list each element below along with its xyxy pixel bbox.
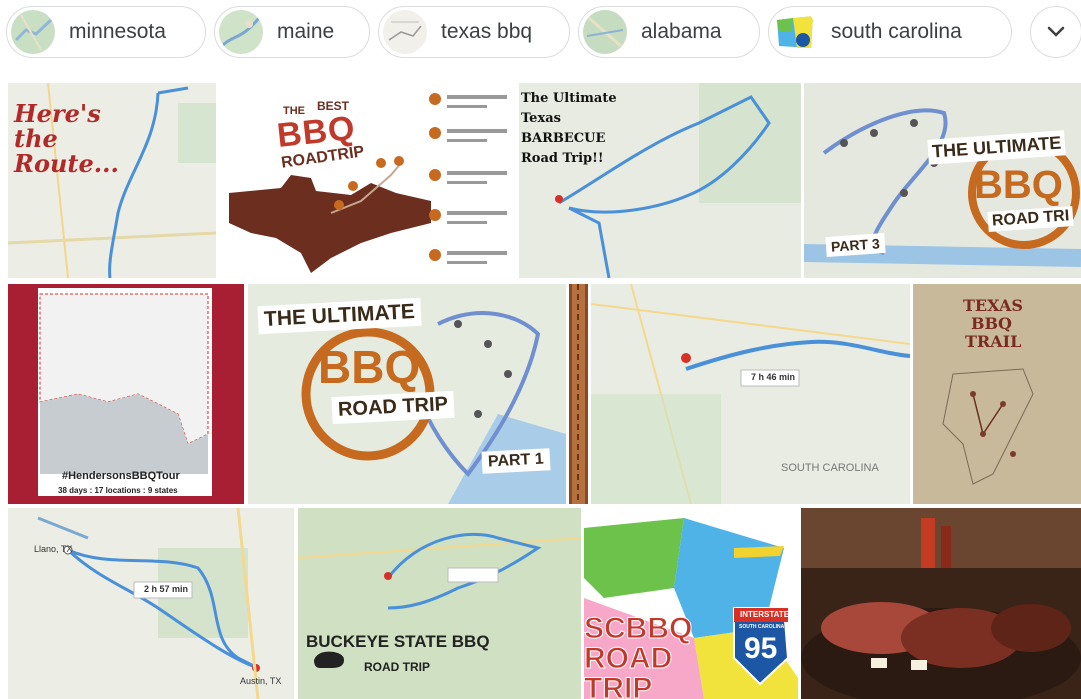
chip-south-carolina[interactable]: south carolina — [768, 6, 1012, 58]
chip-label: south carolina — [831, 20, 962, 43]
llano-stat: 2 h 57 min — [144, 584, 189, 594]
image-result-ultimate-part1[interactable]: THE ULTIMATE BBQ ROAD TRIP PART 1 — [248, 284, 566, 504]
scbbq-line1: SCBBQ — [584, 612, 693, 646]
scbbq-shield-num: 95 — [744, 632, 778, 665]
chip-label: maine — [277, 20, 335, 43]
image-result-route[interactable]: Here's the Route... — [8, 83, 216, 278]
more-chips-button[interactable] — [1030, 6, 1081, 58]
chip-texas-bbq[interactable]: texas bbq — [378, 6, 570, 58]
route-caption: Here's the Route... — [14, 99, 119, 178]
image-result-ultimate-part3[interactable]: THE ULTIMATE BBQ ROAD TRI PART 3 — [804, 83, 1081, 278]
chip-thumbnail — [11, 10, 55, 54]
texas-trail-line2: BBQ — [971, 314, 1012, 333]
image-result-ribs-photo[interactable] — [801, 508, 1081, 699]
chip-label: texas bbq — [441, 20, 533, 43]
part1-part: PART 1 — [481, 448, 551, 474]
buckeye-subtitle: ROAD TRIP — [364, 660, 430, 674]
part3-bbq: BBQ — [974, 163, 1063, 207]
related-searches-chips: minnesota maine texas bbq alabama south … — [0, 0, 1081, 64]
part3-part: PART 3 — [825, 232, 886, 258]
chevron-down-icon — [1047, 26, 1065, 37]
chip-thumbnail — [583, 10, 627, 54]
image-result-best-bbq[interactable]: THE BEST BBQ ROADTRIP — [221, 83, 517, 278]
nc-route-region: SOUTH CAROLINA — [781, 462, 879, 474]
hendersons-stats: 38 days : 17 locations : 9 states — [58, 486, 178, 495]
llano-city2: Austin, TX — [240, 676, 282, 686]
image-result-texas-barbecue[interactable]: The Ultimate Texas BARBECUE Road Trip!! — [519, 83, 801, 278]
image-result-scbbq[interactable]: SCBBQ ROAD TRIP INTERSTATE SOUTH CAROLIN… — [584, 508, 798, 699]
image-result-texas-trail[interactable]: TEXAS BBQ TRAIL — [913, 284, 1081, 504]
scbbq-line2: ROAD — [584, 642, 673, 676]
buckeye-title: BUCKEYE STATE BBQ — [306, 632, 490, 651]
texas-trail-line1: TEXAS — [963, 296, 1023, 315]
hendersons-tag: #HendersonsBBQTour — [62, 470, 180, 482]
scbbq-shield-state: SOUTH CAROLINA — [739, 624, 785, 630]
nc-route-stat: 7 h 46 min — [751, 372, 796, 382]
chip-thumbnail — [383, 10, 427, 54]
part1-bbq: BBQ — [318, 341, 421, 393]
image-result-hendersons[interactable]: #HendersonsBBQTour 38 days : 17 location… — [8, 284, 244, 504]
scbbq-line3: TRIP — [584, 672, 653, 699]
image-result-llano-route[interactable]: Llano, TX 2 h 57 min Austin, TX — [8, 508, 294, 699]
chip-thumbnail — [219, 10, 263, 54]
texas-barbecue-caption: The Ultimate Texas BARBECUE Road Trip!! — [521, 91, 617, 166]
image-result-nc-route[interactable]: 7 h 46 min SOUTH CAROLINA — [591, 284, 910, 504]
chip-minnesota[interactable]: minnesota — [6, 6, 206, 58]
chip-label: minnesota — [69, 20, 166, 43]
chip-maine[interactable]: maine — [214, 6, 370, 58]
chip-thumbnail — [773, 10, 817, 54]
texas-trail-line3: TRAIL — [965, 332, 1022, 351]
image-result-strip[interactable] — [569, 284, 588, 504]
llano-city1: Llano, TX — [34, 544, 73, 554]
chip-label: alabama — [641, 20, 722, 43]
scbbq-shield-top: INTERSTATE — [740, 610, 790, 619]
image-result-buckeye[interactable]: BUCKEYE STATE BBQ ROAD TRIP — [298, 508, 581, 699]
chip-alabama[interactable]: alabama — [578, 6, 760, 58]
